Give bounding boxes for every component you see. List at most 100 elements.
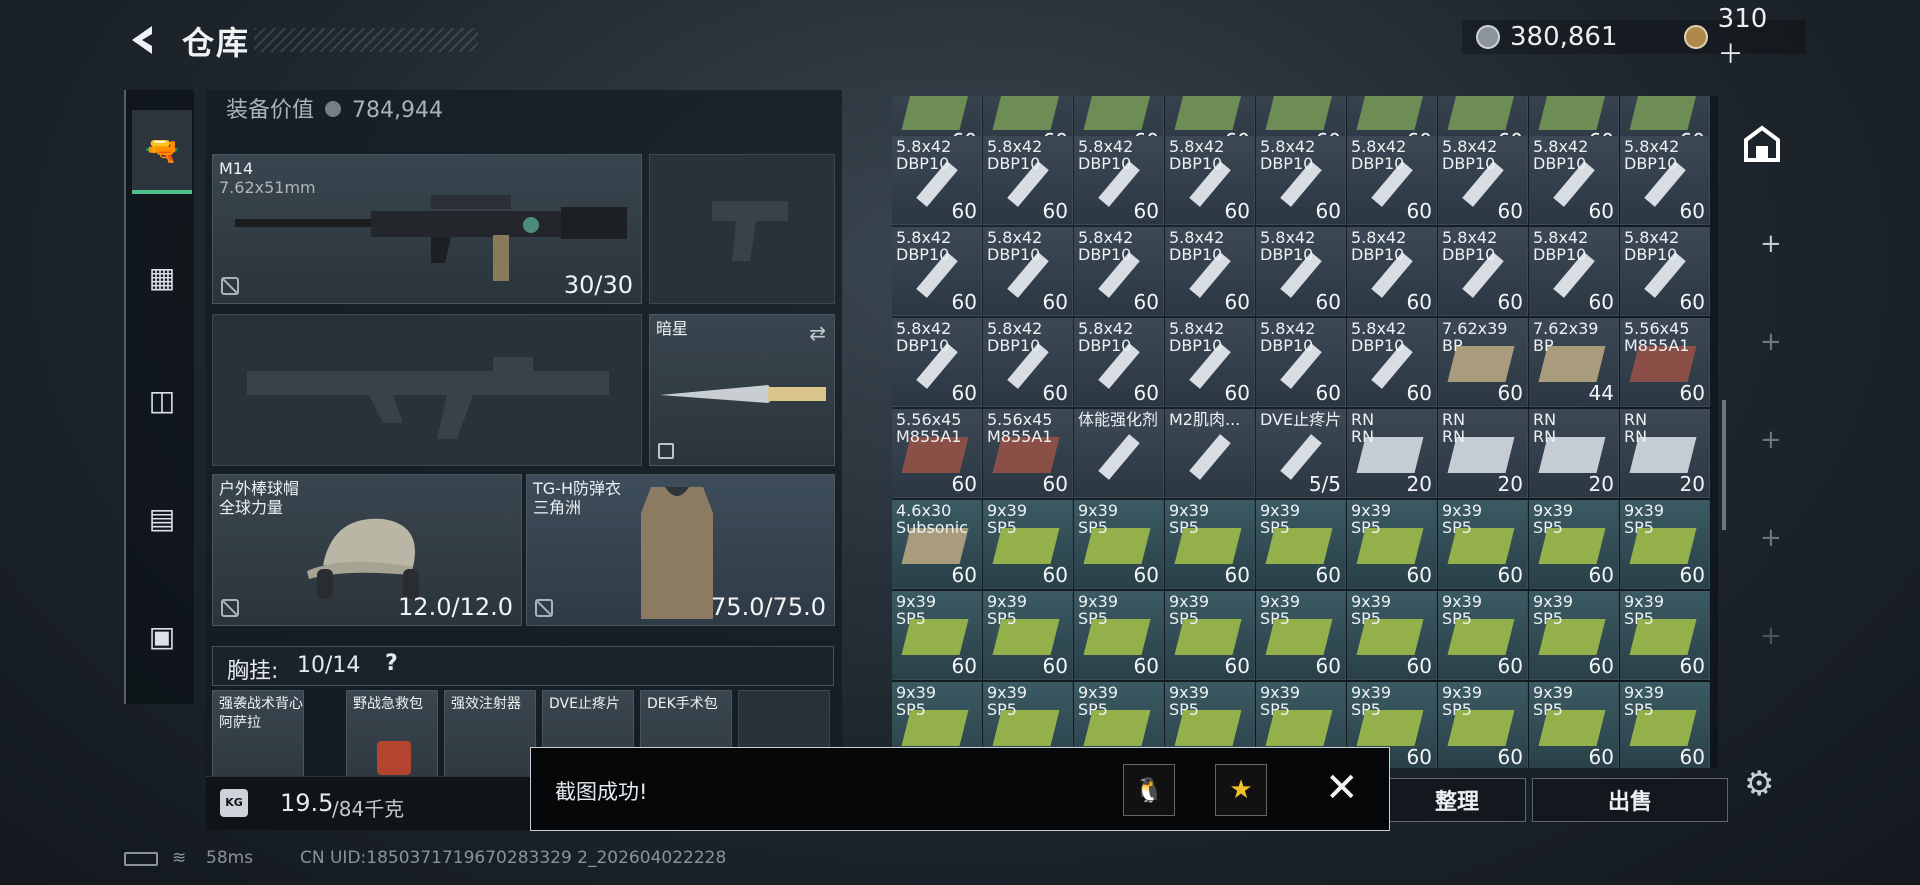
inventory-item[interactable]: 9x39 SP5 60 — [1438, 591, 1528, 680]
tertiary-weapon-slot[interactable] — [212, 314, 642, 466]
inventory-item[interactable]: 5.8x42 DBP10 60 — [1165, 227, 1255, 316]
inventory-item[interactable]: 9x39 SP5 60 — [1074, 500, 1164, 589]
item-count: 60 — [951, 290, 977, 314]
sort-button[interactable]: 整理 — [1388, 778, 1526, 822]
swap-icon[interactable]: ⇄ — [809, 321, 826, 345]
expand-plus-icon[interactable]: + — [1760, 525, 1782, 551]
inventory-item[interactable]: 9x39 SP5 60 — [1529, 500, 1619, 589]
secondary-weapon-slot[interactable] — [649, 154, 835, 304]
armor-slot[interactable]: TG-H防弹衣 三角洲 75.0/75.0 — [526, 474, 835, 626]
inventory-item[interactable]: 5.8x42 DBP10 60 — [1347, 136, 1437, 225]
inventory-item[interactable]: 5.8x42 DBP10 60 — [1256, 318, 1346, 407]
inventory-item[interactable]: 9x39 SP5 60 — [1529, 682, 1619, 768]
sidebar-backpacks[interactable]: ◫ — [132, 358, 192, 442]
inventory-item[interactable]: 5.8x42 DBP10 60 — [1165, 136, 1255, 225]
inventory-item[interactable]: 9x39 SP5 60 — [1074, 591, 1164, 680]
inventory-item[interactable]: 5.8x42 DBP10 60 — [1074, 136, 1164, 225]
inventory-item[interactable]: 9x39 SP5 60 — [1620, 682, 1710, 768]
inventory-item[interactable]: 5.8x42 DBP10 60 — [1529, 136, 1619, 225]
inventory-item[interactable]: RN RN 20 — [1347, 409, 1437, 498]
sidebar-vests[interactable]: ▦ — [132, 235, 192, 319]
weight-value: 19.5 — [280, 789, 334, 817]
close-icon[interactable]: ✕ — [1325, 762, 1359, 814]
inventory-item[interactable]: 5.8x42 DBP10 60 — [1620, 227, 1710, 316]
item-name: 5.8x42 DBP10 — [1442, 137, 1498, 173]
item-count: 60 — [1224, 199, 1250, 223]
inventory-item[interactable]: 9x39 SP5 60 — [1256, 591, 1346, 680]
sell-button[interactable]: 出售 — [1532, 778, 1728, 822]
inventory-item[interactable]: 5.56x45 M855A1 60 — [983, 409, 1073, 498]
primary-weapon-slot[interactable]: M14 7.62x51mm 30/30 — [212, 154, 642, 304]
weight-max: /84千克 — [332, 797, 405, 821]
item-count: 20 — [1588, 472, 1614, 496]
inventory-item[interactable]: DVE止疼片 5/5 — [1256, 409, 1346, 498]
injector-label: 强效注射器 — [451, 696, 521, 712]
inventory-item[interactable]: 7.62x39 BP 44 — [1529, 318, 1619, 407]
inventory-item[interactable]: 9x39 SP5 60 — [1347, 500, 1437, 589]
inventory-item[interactable]: 9x39 SP5 60 — [1256, 500, 1346, 589]
inventory-item[interactable]: 5.8x42 DBP10 60 — [1074, 318, 1164, 407]
help-icon[interactable]: ? — [385, 651, 398, 676]
inventory-item[interactable]: 5.8x42 DBP10 60 — [892, 227, 982, 316]
sidebar-medkits[interactable]: ▣ — [132, 594, 192, 678]
inventory-item[interactable]: 9x39 SP5 60 — [1165, 500, 1255, 589]
inventory-item[interactable]: 9x39 SP5 60 — [983, 500, 1073, 589]
ammo-box-icon — [1629, 96, 1697, 130]
inventory-item[interactable]: 5.8x42 DBP10 60 — [1438, 227, 1528, 316]
chest-rig-header[interactable]: 胸挂: 10/14 ? — [212, 646, 834, 686]
expand-plus-icon[interactable]: + — [1760, 329, 1782, 355]
inventory-item[interactable]: 5.8x42 DBP10 60 — [1256, 227, 1346, 316]
qq-share-icon[interactable]: 🐧 — [1123, 764, 1175, 816]
melee-slot[interactable]: 暗星 ⇄ — [649, 314, 835, 466]
inventory-item[interactable]: 9x39 SP5 60 — [1529, 591, 1619, 680]
item-count: 5/5 — [1308, 472, 1341, 496]
grid-scrollbar[interactable] — [1722, 400, 1726, 530]
helmet-slot[interactable]: 户外棒球帽 全球力量 12.0/12.0 — [212, 474, 522, 626]
inventory-item[interactable]: 9x39 SP5 60 — [892, 591, 982, 680]
inventory-item[interactable]: 5.8x42 DBP10 60 — [983, 318, 1073, 407]
inventory-item[interactable]: M2肌肉... — [1165, 409, 1255, 498]
inventory-item[interactable]: 5.8x42 DBP10 60 — [892, 136, 982, 225]
inventory-item[interactable]: 5.8x42 DBP10 60 — [1620, 136, 1710, 225]
item-name: 5.8x42 DBP10 — [896, 319, 952, 355]
inventory-item[interactable]: 9x39 SP5 60 — [983, 591, 1073, 680]
inventory-item[interactable]: 9x39 SP5 60 — [1438, 500, 1528, 589]
inventory-item[interactable]: 9x39 SP5 60 — [1620, 591, 1710, 680]
inventory-item[interactable]: RN RN 20 — [1620, 409, 1710, 498]
inventory-item[interactable]: 5.8x42 DBP10 60 — [1256, 136, 1346, 225]
inventory-item[interactable]: 5.8x42 DBP10 60 — [1529, 227, 1619, 316]
expand-plus-icon[interactable]: + — [1760, 623, 1782, 649]
back-arrow-icon[interactable] — [124, 22, 160, 58]
warehouse-grid[interactable]: 6060606060606060605.8x42 DBP10605.8x42 D… — [892, 96, 1718, 768]
expand-plus-icon[interactable]: + — [1760, 427, 1782, 453]
inventory-item[interactable]: 5.56x45 M855A1 60 — [1620, 318, 1710, 407]
gear-icon[interactable]: ⚙ — [1744, 764, 1774, 804]
item-count: 60 — [1588, 745, 1614, 768]
inventory-item[interactable]: 5.8x42 DBP10 60 — [983, 227, 1073, 316]
item-name: 9x39 SP5 — [896, 683, 937, 719]
inventory-item[interactable]: 9x39 SP5 60 — [1620, 500, 1710, 589]
sidebar-weapons[interactable]: 🔫 — [132, 110, 192, 194]
inventory-item[interactable]: 体能强化剂 — [1074, 409, 1164, 498]
inventory-item[interactable]: RN RN 20 — [1438, 409, 1528, 498]
inventory-item[interactable]: 7.62x39 BP 60 — [1438, 318, 1528, 407]
expand-plus-icon[interactable]: + — [1760, 231, 1782, 257]
warehouse-icon[interactable] — [1742, 124, 1782, 164]
inventory-item[interactable]: 5.8x42 DBP10 60 — [892, 318, 982, 407]
gold-currency[interactable]: 310＋ — [1670, 4, 1806, 70]
inventory-item[interactable]: 9x39 SP5 60 — [1438, 682, 1528, 768]
inventory-item[interactable]: 4.6x30 Subsonic 60 — [892, 500, 982, 589]
inventory-item[interactable]: 9x39 SP5 60 — [1347, 591, 1437, 680]
chest-count: 10/14 — [297, 653, 361, 678]
inventory-item[interactable]: 5.8x42 DBP10 60 — [1347, 318, 1437, 407]
inventory-item[interactable]: 9x39 SP5 60 — [1165, 591, 1255, 680]
qzone-share-icon[interactable]: ★ — [1215, 764, 1267, 816]
inventory-item[interactable]: 5.8x42 DBP10 60 — [983, 136, 1073, 225]
inventory-item[interactable]: 5.8x42 DBP10 60 — [1347, 227, 1437, 316]
inventory-item[interactable]: 5.8x42 DBP10 60 — [1074, 227, 1164, 316]
inventory-item[interactable]: 5.8x42 DBP10 60 — [1165, 318, 1255, 407]
sidebar-containers[interactable]: ▤ — [132, 476, 192, 560]
inventory-item[interactable]: RN RN 20 — [1529, 409, 1619, 498]
inventory-item[interactable]: 5.56x45 M855A1 60 — [892, 409, 982, 498]
inventory-item[interactable]: 5.8x42 DBP10 60 — [1438, 136, 1528, 225]
